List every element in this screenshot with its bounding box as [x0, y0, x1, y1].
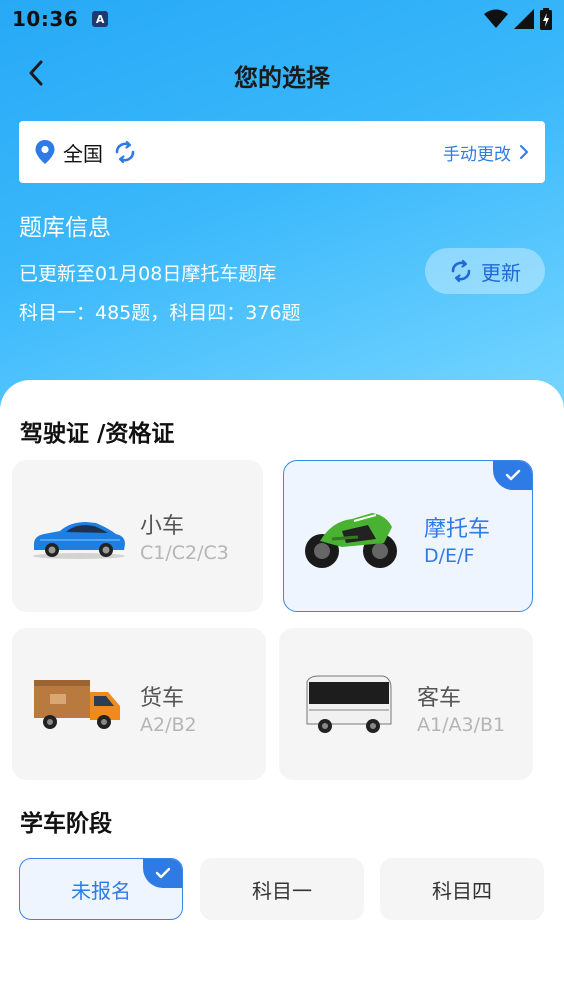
- vehicle-card-car[interactable]: 小车 C1/C2/C3: [12, 460, 263, 612]
- location-pin-icon: [35, 140, 55, 164]
- update-button[interactable]: 更新: [425, 248, 545, 294]
- vehicle-card-truck[interactable]: 货车 A2/B2: [12, 628, 266, 780]
- stage-option-not-registered[interactable]: 未报名: [19, 858, 183, 920]
- vehicle-classes: A2/B2: [140, 714, 197, 736]
- selected-check-badge: [143, 859, 182, 888]
- vehicle-name: 货车: [140, 686, 185, 711]
- notification-icon: A: [92, 11, 109, 27]
- stage-option-subject-four[interactable]: 科目四: [380, 858, 544, 920]
- stage-label: 科目四: [432, 878, 492, 903]
- vehicle-name: 摩托车: [424, 517, 491, 542]
- motorcycle-icon: [305, 513, 397, 568]
- vehicle-card-bus[interactable]: 客车 A1/A3/B1: [279, 628, 533, 780]
- update-button-label: 更新: [481, 260, 521, 285]
- region-card[interactable]: 全国 手动更改: [19, 121, 545, 183]
- stage-option-subject-one[interactable]: 科目一: [200, 858, 364, 920]
- status-time: 10:36: [12, 7, 79, 31]
- check-icon: [505, 469, 521, 481]
- status-icons: [484, 8, 552, 30]
- vehicle-classes: D/E/F: [424, 545, 475, 567]
- region-name: 全国: [63, 141, 103, 166]
- question-bank-title: 题库信息: [19, 215, 111, 241]
- manual-change-link[interactable]: 手动更改: [443, 140, 529, 165]
- manual-change-label: 手动更改: [443, 144, 511, 165]
- chevron-right-icon: [520, 145, 528, 159]
- vehicle-classes: C1/C2/C3: [140, 542, 229, 564]
- refresh-icon[interactable]: [113, 140, 137, 164]
- selected-check-badge: [493, 461, 532, 490]
- vehicle-name: 客车: [417, 686, 462, 711]
- refresh-icon: [451, 259, 471, 283]
- bus-icon: [306, 675, 392, 733]
- top-bar: 您的选择: [0, 50, 564, 96]
- truck-icon: [34, 680, 120, 729]
- battery-icon: [540, 8, 552, 30]
- license-section-title: 驾驶证 /资格证: [20, 421, 175, 447]
- vehicle-name: 小车: [140, 514, 185, 539]
- signal-icon: [514, 9, 534, 29]
- wifi-icon: [484, 9, 508, 28]
- check-icon: [155, 867, 171, 879]
- question-bank-updated: 已更新至01月08日摩托车题库: [19, 263, 277, 285]
- status-bar: 10:36 A: [0, 0, 564, 38]
- vehicle-card-motorcycle[interactable]: 摩托车 D/E/F: [283, 460, 533, 612]
- stage-label: 未报名: [71, 878, 131, 903]
- page-title: 您的选择: [234, 64, 330, 92]
- car-icon: [33, 522, 125, 559]
- stage-label: 科目一: [252, 878, 312, 903]
- vehicle-classes: A1/A3/B1: [417, 714, 506, 736]
- question-bank-counts: 科目一：485题，科目四：376题: [19, 302, 301, 324]
- stage-section-title: 学车阶段: [20, 811, 112, 837]
